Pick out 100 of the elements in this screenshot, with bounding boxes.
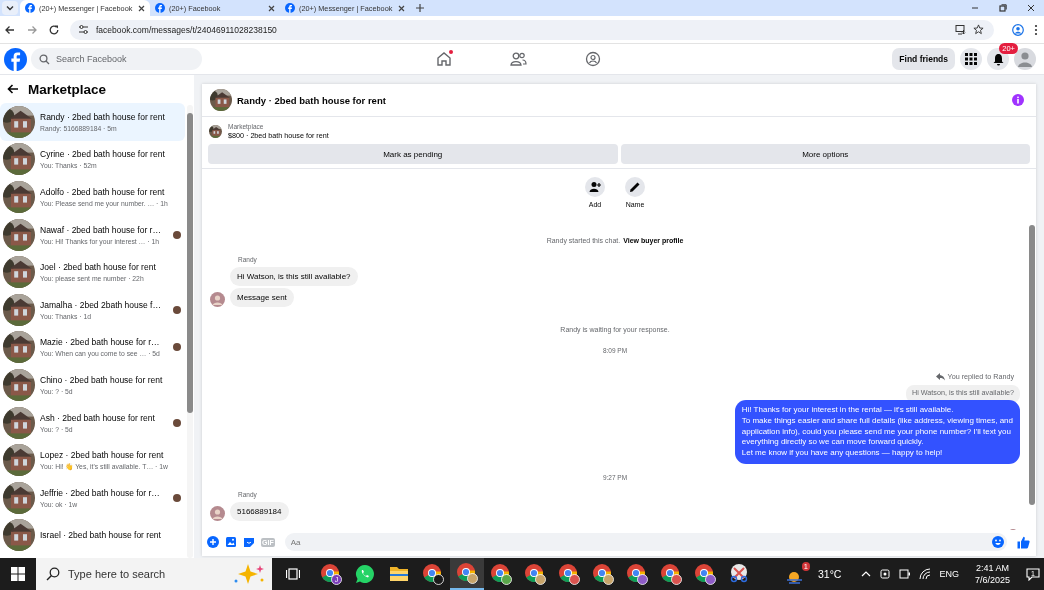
language-indicator[interactable]: ENG xyxy=(939,569,959,579)
site-settings-icon[interactable] xyxy=(78,24,89,35)
search-field[interactable]: Search Facebook xyxy=(56,54,194,64)
clock-date: 7/6/2025 xyxy=(974,575,1010,585)
conversation-title: Mazie · 2bed bath house for r… xyxy=(40,337,161,348)
profile-icon[interactable] xyxy=(1012,23,1024,36)
clock-time: 2:41 AM xyxy=(975,563,1009,573)
emoji-icon[interactable] xyxy=(992,536,1004,548)
conversation-title: Randy · 2bed bath house for rent xyxy=(40,111,166,122)
image-icon[interactable] xyxy=(225,536,237,548)
conversation-title: Adolfo · 2bed bath house for rent xyxy=(40,187,166,197)
chevron-up-icon[interactable] xyxy=(861,569,872,579)
close-icon[interactable] xyxy=(398,4,405,12)
chrome-icon xyxy=(694,563,716,585)
facebook-icon xyxy=(285,3,295,13)
search-bar[interactable]: Search Facebook xyxy=(31,48,202,70)
forward-icon[interactable] xyxy=(26,23,38,36)
find-friends-button[interactable]: Find friends xyxy=(892,48,955,70)
sticker-icon[interactable] xyxy=(243,536,255,548)
wifi-icon[interactable] xyxy=(919,568,932,580)
chrome-icon xyxy=(490,563,512,585)
chrome-icon xyxy=(592,563,614,585)
speech-bubble-icon xyxy=(1026,567,1040,581)
reply-icon xyxy=(935,372,945,381)
facebook-icon xyxy=(155,3,165,13)
home-icon xyxy=(436,51,452,67)
conversation-title: Jeffrie · 2bed bath house for r… xyxy=(40,487,161,498)
scissors-icon xyxy=(729,564,749,584)
home-tab[interactable] xyxy=(436,51,452,67)
close-icon[interactable] xyxy=(1026,3,1036,13)
avatar-icon xyxy=(210,292,225,307)
message-bubble: Message sent xyxy=(230,288,294,307)
tab-search-button[interactable] xyxy=(2,1,18,15)
sparkle-icon xyxy=(232,563,266,585)
conversation-item[interactable]: Israel · 2bed bath house for rent xyxy=(0,516,185,555)
message-bubble: Hi! Thanks for your interest in the rental — it's still available. To make things easier and share full details (like address, viewing times, and application info), could you please send me your phone number? I'll text you everything directly so we can move forward quickly. Let me know if you have any questions — happy to help! xyxy=(734,400,1020,464)
chevron-down-icon xyxy=(6,4,14,12)
menu-grid-icon xyxy=(965,53,977,65)
taskbar-search-bar[interactable]: Type here to search xyxy=(36,558,272,590)
plus-icon[interactable] xyxy=(207,536,219,548)
chrome-icon xyxy=(660,563,682,585)
info-icon[interactable] xyxy=(1012,94,1024,106)
action-button[interactable]: More options xyxy=(620,144,1030,164)
action-button[interactable] xyxy=(585,177,605,197)
friends-icon xyxy=(510,51,527,67)
chat-bubble-icon xyxy=(355,564,375,584)
star-icon[interactable] xyxy=(973,24,984,35)
search-icon xyxy=(39,53,50,65)
close-icon[interactable] xyxy=(138,4,145,12)
back-icon[interactable] xyxy=(7,83,19,95)
back-icon[interactable] xyxy=(4,23,16,36)
conversation-title: Israel · 2bed bath house for rent xyxy=(40,530,162,541)
friends-tab[interactable] xyxy=(510,51,527,67)
menu-button[interactable] xyxy=(960,48,982,70)
conversation-title: Cyrine · 2bed bath house for rent xyxy=(40,149,166,160)
conversation-title: Chino · 2bed bath house for rent xyxy=(40,374,164,385)
camera-icon[interactable] xyxy=(879,568,892,580)
new-tab-icon[interactable] xyxy=(416,4,424,12)
action-button[interactable] xyxy=(625,177,645,197)
temperature: 31°C xyxy=(817,568,842,580)
conversation-title: Jamalha · 2bed 2bath house f… xyxy=(40,299,162,310)
groups-icon xyxy=(585,51,601,67)
groups-tab[interactable] xyxy=(585,51,601,67)
facebook-logo[interactable] xyxy=(4,47,27,71)
windows-start-icon[interactable] xyxy=(11,567,25,581)
scrollbar[interactable] xyxy=(187,105,193,558)
install-icon[interactable] xyxy=(955,24,966,35)
bell-icon xyxy=(991,52,1005,66)
like-icon[interactable] xyxy=(1017,535,1030,549)
address-field[interactable]: facebook.com/messages/t/24046911028238150 xyxy=(70,19,994,40)
search-icon xyxy=(46,567,60,581)
close-icon[interactable] xyxy=(268,4,275,12)
chat-title: Randy · 2bed bath house for rent xyxy=(237,94,386,106)
folder-icon xyxy=(389,565,409,583)
pencil-icon xyxy=(629,181,641,193)
chrome-icon xyxy=(422,563,444,585)
conversation-title: Lopez · 2bed bath house for rent xyxy=(40,449,165,460)
message-field[interactable]: Aa xyxy=(290,537,992,547)
battery-icon[interactable] xyxy=(899,568,912,580)
chrome-icon xyxy=(524,563,546,585)
menu-icon[interactable] xyxy=(1034,23,1038,36)
message-bubble: 5166889184 xyxy=(230,502,289,521)
message-bar[interactable]: Aa xyxy=(284,533,1007,551)
message-bubble: Hi Watson, is this still available? xyxy=(230,267,358,286)
avatar-icon xyxy=(1014,48,1036,70)
task-view-icon[interactable] xyxy=(286,567,300,581)
taskbar-app[interactable] xyxy=(450,558,484,590)
account-button[interactable] xyxy=(1014,48,1036,70)
maximize-icon[interactable] xyxy=(998,3,1008,13)
conversation-title: Joel · 2bed bath house for rent xyxy=(40,262,157,273)
chrome-icon xyxy=(558,563,580,585)
avatar-icon xyxy=(210,506,225,521)
chrome-icon xyxy=(626,563,648,585)
action-button[interactable]: Mark as pending xyxy=(208,144,618,164)
sidebar-title: Marketplace xyxy=(28,81,107,97)
conversation-title: Nawaf · 2bed bath house for r… xyxy=(40,224,162,235)
conversation-title: Ash · 2bed bath house for rent xyxy=(40,412,156,423)
taskbar-search-field[interactable]: Type here to search xyxy=(68,568,224,580)
add-person-icon xyxy=(589,181,601,193)
reload-icon[interactable] xyxy=(48,23,60,36)
